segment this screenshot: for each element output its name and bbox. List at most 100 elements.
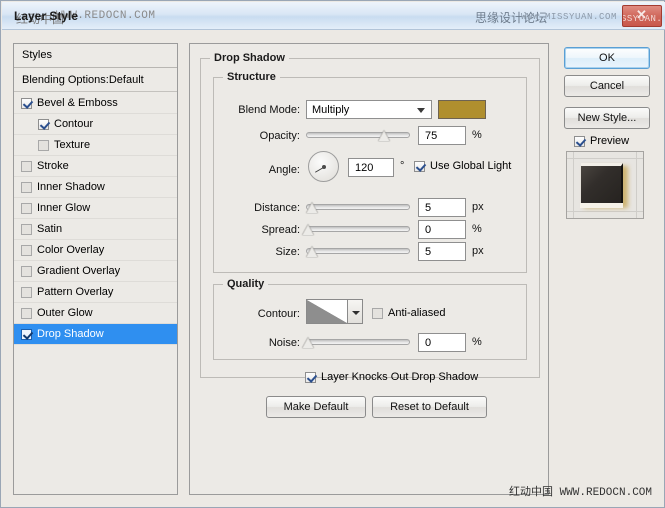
dialog-title: Layer Style bbox=[14, 9, 79, 23]
styles-list: Bevel & Emboss Contour Texture Stroke Inner … bbox=[14, 93, 177, 393]
style-row[interactable]: Satin bbox=[14, 219, 177, 240]
checkbox-icon[interactable] bbox=[21, 97, 32, 109]
noise-slider-track bbox=[306, 339, 410, 345]
angle-dial[interactable] bbox=[308, 151, 339, 182]
anti-aliased-checkbox[interactable]: Anti-aliased bbox=[372, 307, 445, 319]
titlebar-forum-url: WWW.MISSYUAN.COM bbox=[520, 12, 617, 22]
style-row[interactable]: Contour bbox=[14, 114, 177, 135]
distance-slider[interactable] bbox=[306, 200, 410, 214]
opacity-label: Opacity: bbox=[259, 130, 300, 142]
structure-group-legend: Structure bbox=[223, 71, 280, 83]
use-global-light-label: Use Global Light bbox=[430, 160, 512, 172]
size-unit: px bbox=[472, 245, 484, 257]
checkbox-icon[interactable] bbox=[305, 371, 316, 383]
cancel-button[interactable]: Cancel bbox=[564, 75, 650, 97]
style-row[interactable]: Inner Shadow bbox=[14, 177, 177, 198]
size-slider-thumb[interactable] bbox=[306, 246, 318, 257]
checkbox-icon[interactable] bbox=[21, 160, 32, 172]
spread-slider-thumb[interactable] bbox=[302, 224, 314, 235]
contour-label: Contour: bbox=[257, 308, 300, 320]
noise-slider[interactable] bbox=[302, 335, 410, 349]
noise-input[interactable]: 0 bbox=[418, 333, 466, 352]
reset-to-default-button[interactable]: Reset to Default bbox=[372, 396, 487, 418]
contour-preview[interactable] bbox=[306, 299, 348, 324]
style-row[interactable]: Inner Glow bbox=[14, 198, 177, 219]
preview-checkbox[interactable]: Preview bbox=[574, 135, 629, 147]
contour-dropdown-button[interactable] bbox=[348, 299, 363, 324]
distance-input[interactable]: 5 bbox=[418, 198, 466, 217]
noise-slider-thumb[interactable] bbox=[302, 337, 314, 348]
checkbox-icon[interactable] bbox=[21, 202, 32, 214]
style-row[interactable]: Gradient Overlay bbox=[14, 261, 177, 282]
shadow-color-swatch[interactable] bbox=[438, 100, 486, 119]
drop-shadow-options-panel: Drop Shadow Structure Blend Mode: Multip… bbox=[189, 43, 549, 495]
size-slider[interactable] bbox=[306, 244, 410, 258]
spread-slider-track bbox=[306, 226, 410, 232]
styles-panel: Styles Blending Options:Default Bevel & … bbox=[13, 43, 178, 495]
style-row[interactable]: Drop Shadow bbox=[14, 324, 177, 345]
opacity-slider[interactable] bbox=[306, 128, 410, 142]
layer-knocks-out-checkbox[interactable]: Layer Knocks Out Drop Shadow bbox=[305, 371, 478, 383]
checkbox-icon[interactable] bbox=[21, 181, 32, 193]
quality-group-legend: Quality bbox=[223, 278, 269, 290]
anti-aliased-label: Anti-aliased bbox=[388, 307, 446, 319]
checkbox-icon[interactable] bbox=[574, 135, 585, 147]
spread-slider[interactable] bbox=[302, 222, 410, 236]
spread-unit: % bbox=[472, 223, 482, 235]
checkbox-icon[interactable] bbox=[21, 286, 32, 298]
new-style-button[interactable]: New Style... bbox=[564, 107, 650, 129]
checkbox-icon[interactable] bbox=[21, 244, 32, 256]
chevron-down-icon bbox=[417, 108, 425, 113]
bottom-watermark: 红动中国 WWW.REDOCN.COM bbox=[509, 483, 652, 499]
style-row-label: Outer Glow bbox=[37, 306, 93, 319]
ok-button[interactable]: OK bbox=[564, 47, 650, 69]
checkbox-icon[interactable] bbox=[21, 223, 32, 235]
checkbox-icon[interactable] bbox=[372, 307, 383, 319]
checkbox-icon[interactable] bbox=[21, 328, 32, 340]
style-row[interactable]: Stroke bbox=[14, 156, 177, 177]
style-row[interactable]: Outer Glow bbox=[14, 303, 177, 324]
blend-mode-value: Multiply bbox=[312, 103, 350, 116]
opacity-slider-track bbox=[306, 132, 410, 138]
opacity-input[interactable]: 75 bbox=[418, 126, 466, 145]
checkbox-icon[interactable] bbox=[38, 118, 49, 130]
preview-label: Preview bbox=[590, 135, 630, 147]
layer-knocks-out-label: Layer Knocks Out Drop Shadow bbox=[321, 371, 479, 383]
angle-unit-degree: ° bbox=[400, 160, 405, 172]
style-row-label: Pattern Overlay bbox=[37, 285, 114, 298]
style-row-label: Stroke bbox=[37, 159, 69, 172]
checkbox-icon[interactable] bbox=[21, 307, 32, 319]
size-input[interactable]: 5 bbox=[418, 242, 466, 261]
noise-unit: % bbox=[472, 336, 482, 348]
style-row[interactable]: Texture bbox=[14, 135, 177, 156]
style-row-label: Inner Glow bbox=[37, 201, 91, 214]
blend-mode-select[interactable]: Multiply bbox=[306, 100, 432, 119]
style-preview-thumbnail bbox=[566, 151, 644, 219]
checkbox-icon[interactable] bbox=[21, 265, 32, 277]
style-row-label: Satin bbox=[37, 222, 63, 235]
noise-label: Noise: bbox=[268, 337, 300, 349]
make-default-button[interactable]: Make Default bbox=[266, 396, 366, 418]
bottom-watermark-cn: 红动中国 bbox=[508, 485, 553, 498]
style-row[interactable]: Color Overlay bbox=[14, 240, 177, 261]
preview-guide-left bbox=[573, 152, 574, 218]
opacity-slider-thumb[interactable] bbox=[378, 130, 390, 141]
drop-shadow-group-legend: Drop Shadow bbox=[210, 52, 289, 64]
distance-slider-track bbox=[306, 204, 410, 210]
angle-label: Angle: bbox=[268, 164, 300, 176]
close-button[interactable]: ✕ SSYUAN.COM bbox=[622, 5, 662, 27]
preview-guide-bottom bbox=[567, 211, 643, 212]
spread-input[interactable]: 0 bbox=[418, 220, 466, 239]
dialog-actions: OK Cancel New Style... Preview bbox=[557, 43, 657, 495]
use-global-light-checkbox[interactable]: Use Global Light bbox=[414, 160, 511, 172]
checkbox-icon[interactable] bbox=[414, 160, 425, 172]
style-row[interactable]: Bevel & Emboss bbox=[14, 93, 177, 114]
distance-slider-thumb[interactable] bbox=[306, 202, 318, 213]
drop-shadow-group: Drop Shadow Structure Blend Mode: Multip… bbox=[200, 52, 540, 383]
style-row[interactable]: Pattern Overlay bbox=[14, 282, 177, 303]
angle-input[interactable]: 120 bbox=[348, 158, 394, 177]
title-bar[interactable]: 红动中国 WWW.REDOCN.COM Layer Style 思缘设计论坛 W… bbox=[2, 2, 665, 30]
blending-options-row[interactable]: Blending Options:Default bbox=[14, 69, 177, 92]
checkbox-icon[interactable] bbox=[38, 139, 49, 151]
style-row-label: Gradient Overlay bbox=[37, 264, 121, 277]
